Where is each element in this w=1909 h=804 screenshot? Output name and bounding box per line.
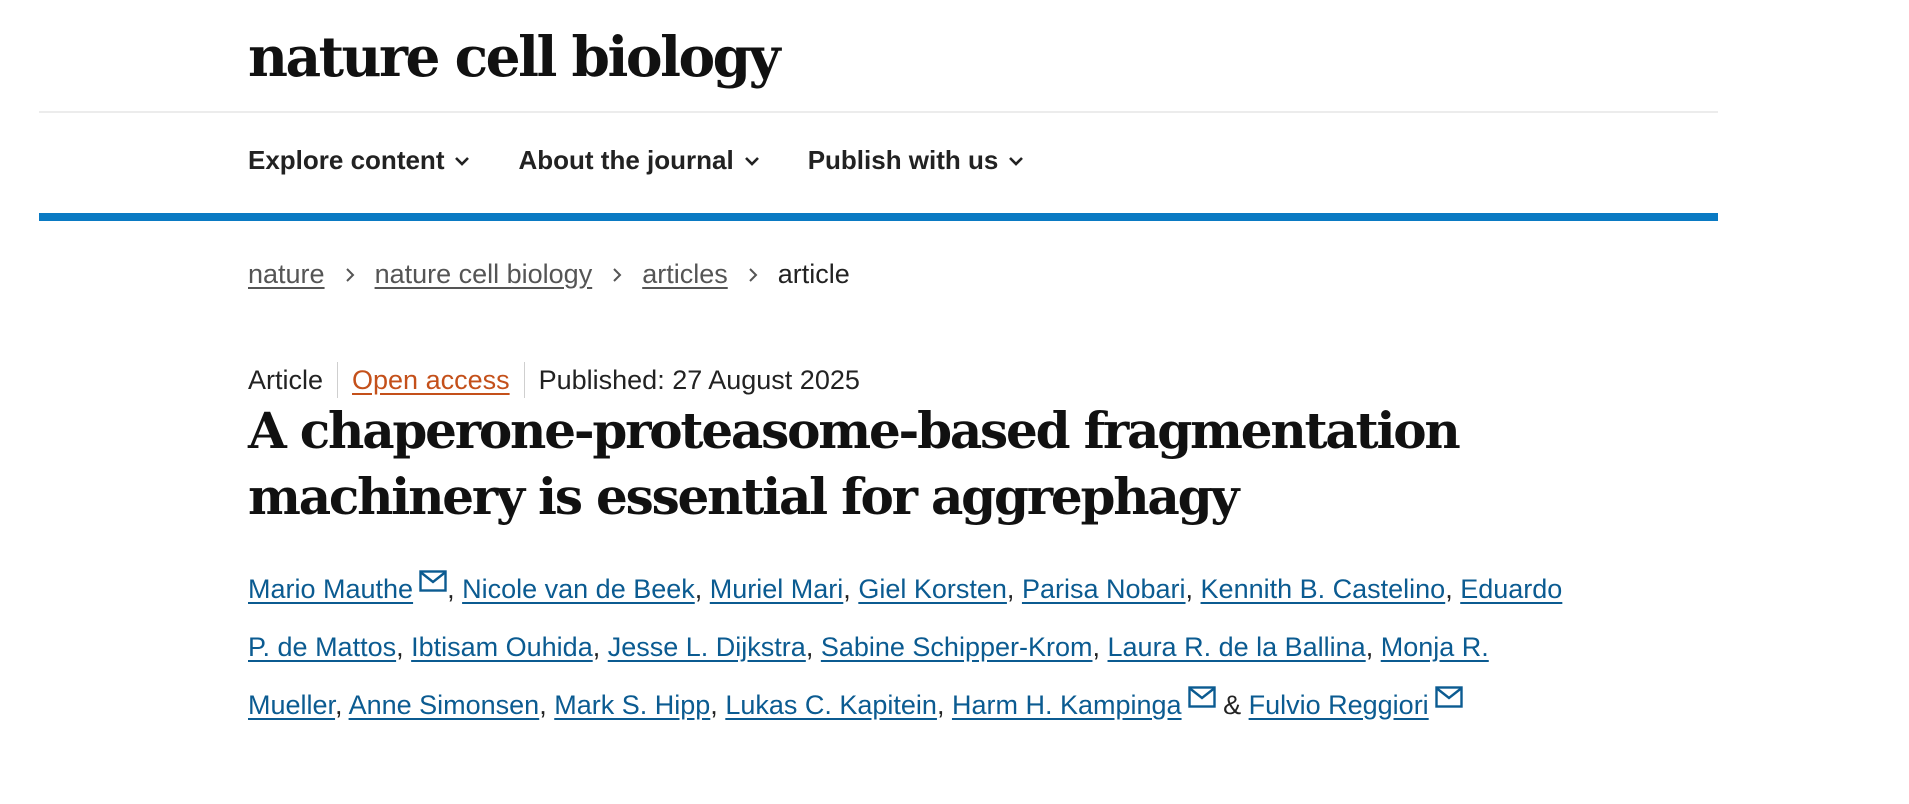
article-title: A chaperone-proteasome-based fragmentati… [248,401,1461,526]
chevron-right-icon [345,267,354,282]
author-link[interactable]: Mario Mauthe [248,574,413,604]
author-link[interactable]: Muriel Mari [710,574,844,604]
author-link[interactable]: Laura R. de la Ballina [1108,632,1366,662]
author-list: Mario Mauthe, Nicole van de Beek, Muriel… [248,560,1568,734]
author-separator: , [1185,574,1194,604]
author-separator: , [843,574,851,604]
breadcrumb-nature[interactable]: nature [248,259,325,290]
author-separator: , [335,690,343,720]
article-meta: Article Open access Published: 27 August… [248,362,860,398]
chevron-down-icon [1009,156,1024,166]
header-divider [39,111,1718,113]
email-icon[interactable] [419,570,447,592]
author-link[interactable]: Giel Korsten [858,574,1007,604]
author-separator: , [710,690,718,720]
author-separator: , [1445,574,1453,604]
author-link[interactable]: Kennith B. Castelino [1201,574,1446,604]
author-link[interactable]: Parisa Nobari [1022,574,1186,604]
author-separator: , [805,632,814,662]
email-icon[interactable] [1187,686,1216,708]
chevron-right-icon [613,267,622,282]
main-nav: Explore content About the journal Publis… [248,145,1026,176]
meta-divider [337,362,339,398]
author-link[interactable]: Jesse L. Dijkstra [608,632,806,662]
published-date: Published: 27 August 2025 [538,364,860,395]
meta-divider [523,362,525,398]
author-separator: , [396,632,404,662]
author-ampersand: & [1223,690,1242,720]
chevron-down-icon [744,156,759,166]
open-access-link[interactable]: Open access [352,365,510,396]
chevron-down-icon [455,156,470,166]
journal-logo[interactable]: nature cell biology [248,22,781,92]
nav-item-label: Publish with us [807,145,999,175]
author-link[interactable]: Ibtisam Ouhida [411,632,593,662]
author-link[interactable]: Nicole van de Beek [462,574,695,604]
author-separator: , [936,690,945,720]
article-type: Article [248,364,324,395]
nav-accent-bar [39,213,1718,221]
author-separator: , [1006,574,1015,604]
author-separator: , [447,574,455,604]
author-link[interactable]: Harm H. Kampinga [952,690,1182,720]
nav-item-label: About the journal [518,145,734,175]
breadcrumb-articles[interactable]: articles [642,259,728,290]
breadcrumb-current: article [777,259,850,289]
email-icon[interactable] [1434,686,1463,708]
nav-publish-with-us[interactable]: Publish with us [808,145,1027,176]
breadcrumb: nature nature cell biology articles arti… [248,259,850,290]
author-separator: , [694,574,703,604]
chevron-right-icon [749,267,758,282]
author-link[interactable]: Mark S. Hipp [554,690,710,720]
nav-about-the-journal[interactable]: About the journal [518,145,761,176]
author-separator: , [592,632,601,662]
author-link[interactable]: Lukas C. Kapitein [725,690,937,720]
breadcrumb-nature-cell-biology[interactable]: nature cell biology [375,259,593,290]
author-link[interactable]: Fulvio Reggiori [1249,690,1429,720]
author-link[interactable]: Anne Simonsen [349,690,540,720]
author-separator: , [1092,632,1100,662]
author-separator: , [539,690,547,720]
author-link[interactable]: Sabine Schipper-Krom [821,632,1093,662]
nav-item-label: Explore content [248,145,445,175]
nav-explore-content[interactable]: Explore content [248,145,472,176]
author-separator: , [1365,632,1374,662]
